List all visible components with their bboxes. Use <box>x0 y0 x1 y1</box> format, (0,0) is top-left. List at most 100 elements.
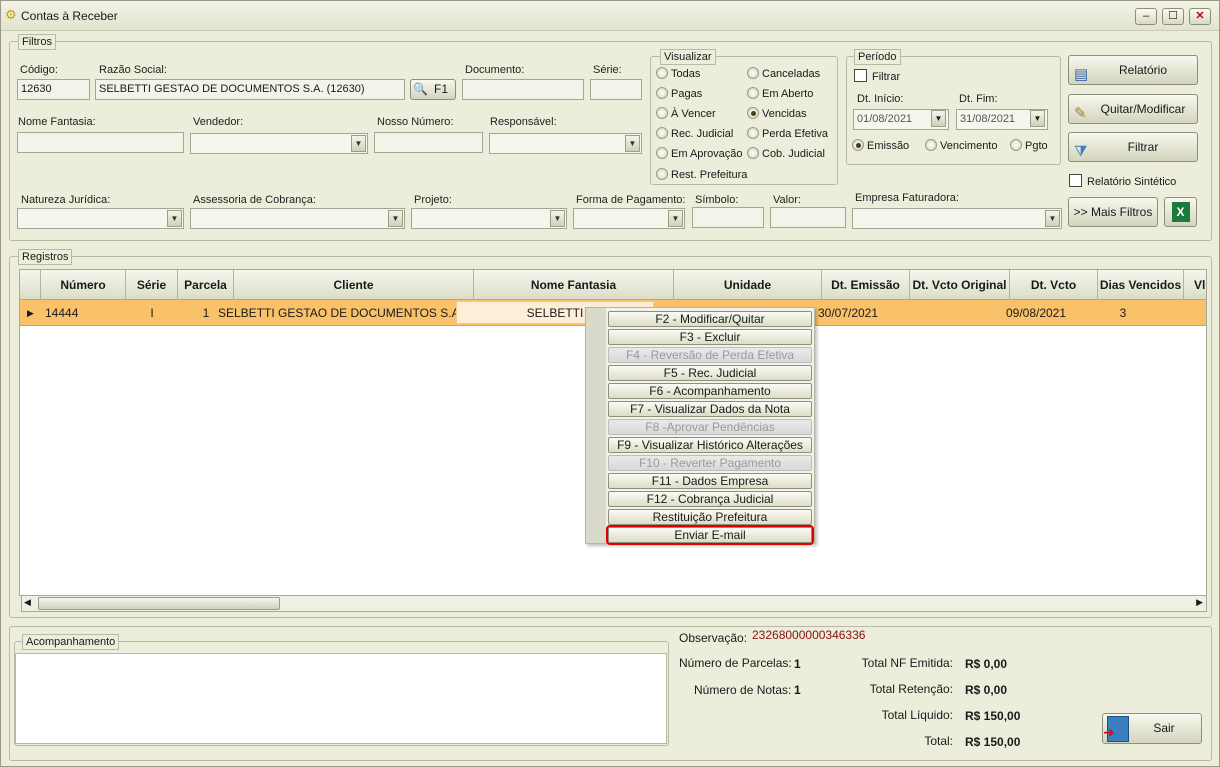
notas-value: 1 <box>794 683 801 697</box>
cell-cliente: SELBETTI GESTAO DE DOCUMENTOS S.A.. <box>218 306 458 320</box>
visualizar-option-4[interactable]: À Vencer <box>656 107 716 120</box>
col-parcela[interactable]: Parcela <box>178 270 234 300</box>
forma-pagamento-select[interactable]: ▼ <box>573 208 685 229</box>
relatorio-button[interactable]: ▤ Relatório <box>1068 55 1198 85</box>
serie-input[interactable] <box>590 79 642 100</box>
visualizar-option-2[interactable]: Pagas <box>656 87 702 100</box>
context-menu-item-7[interactable]: F9 - Visualizar Histórico Alterações <box>608 437 812 453</box>
valor-input[interactable] <box>770 207 846 228</box>
context-menu-item-4[interactable]: F6 - Acompanhamento <box>608 383 812 399</box>
codigo-input[interactable]: 12630 <box>17 79 90 100</box>
visualizar-label: Visualizar <box>660 49 716 65</box>
context-menu-item-12[interactable]: Enviar E-mail <box>606 525 814 545</box>
nosso-numero-input[interactable] <box>374 132 483 153</box>
context-menu-item-10[interactable]: F12 - Cobrança Judicial <box>608 491 812 507</box>
scroll-left-icon[interactable]: ◀ <box>24 597 31 608</box>
total-nf-label: Total NF Emitida: <box>861 656 953 670</box>
col-numero[interactable]: Número <box>41 270 126 300</box>
razao-social-input[interactable]: SELBETTI GESTAO DE DOCUMENTOS S.A. (1263… <box>95 79 405 100</box>
context-menu-item-5[interactable]: F7 - Visualizar Dados da Nota <box>608 401 812 417</box>
minimize-button[interactable]: – <box>1135 8 1157 25</box>
periodo-option-2[interactable]: Pgto <box>1010 139 1048 152</box>
visualizar-option-1[interactable]: Canceladas <box>747 67 820 80</box>
context-menu-item-3[interactable]: F5 - Rec. Judicial <box>608 365 812 381</box>
total-liquido-label: Total Líquido: <box>881 708 953 722</box>
col-dt-emissao[interactable]: Dt. Emissão <box>822 270 910 300</box>
visualizar-option-9[interactable]: Cob. Judicial <box>747 147 825 160</box>
filtrar-button[interactable]: ⧩ Filtrar <box>1068 132 1198 162</box>
relatorio-label: Relatório <box>1118 63 1168 77</box>
col-dias-vencidos[interactable]: Dias Vencidos <box>1098 270 1184 300</box>
periodo-option-label: Vencimento <box>940 140 998 152</box>
col-serie[interactable]: Série <box>126 270 178 300</box>
filtrar-periodo-checkbox[interactable]: Filtrar <box>854 69 900 83</box>
radio-icon <box>656 147 668 159</box>
parcelas-label: Número de Parcelas: <box>679 656 792 670</box>
quitar-modificar-button[interactable]: ✎ Quitar/Modificar <box>1068 94 1198 124</box>
col-unidade[interactable]: Unidade <box>674 270 822 300</box>
radio-icon <box>852 139 864 151</box>
visualizar-option-8[interactable]: Em Aprovação <box>656 147 743 160</box>
col-dt-vcto-original[interactable]: Dt. Vcto Original <box>910 270 1010 300</box>
projeto-select[interactable]: ▼ <box>411 208 567 229</box>
radio-icon <box>656 168 668 180</box>
row-header-cell <box>20 270 41 300</box>
context-menu-item-11[interactable]: Restituição Prefeitura <box>608 509 812 525</box>
visualizar-option-6[interactable]: Rec. Judicial <box>656 127 733 140</box>
radio-icon <box>747 127 759 139</box>
visualizar-option-label: Rest. Prefeitura <box>671 169 748 181</box>
visualizar-option-10[interactable]: Rest. Prefeitura <box>656 168 747 181</box>
col-vl-total[interactable]: Vl. To <box>1184 270 1206 300</box>
col-cliente[interactable]: Cliente <box>234 270 474 300</box>
empresa-faturadora-select[interactable]: ▼ <box>852 208 1062 229</box>
nome-fantasia-input[interactable] <box>17 132 184 153</box>
responsavel-select[interactable]: ▼ <box>489 133 642 154</box>
maximize-button[interactable]: ☐ <box>1162 8 1184 25</box>
col-dt-vcto[interactable]: Dt. Vcto <box>1010 270 1098 300</box>
app-icon: ⚙ <box>5 7 17 22</box>
cell-serie: I <box>150 306 154 320</box>
visualizar-option-7[interactable]: Perda Efetiva <box>747 127 828 140</box>
visualizar-option-3[interactable]: Em Aberto <box>747 87 813 100</box>
dt-inicio-label: Dt. Início: <box>857 93 904 105</box>
visualizar-option-0[interactable]: Todas <box>656 67 700 80</box>
scroll-right-icon[interactable]: ▶ <box>1196 597 1203 608</box>
cell-dt-vcto: 09/08/2021 <box>1005 306 1067 320</box>
total-nf-value: R$ 0,00 <box>965 657 1008 671</box>
natureza-select[interactable]: ▼ <box>17 208 184 229</box>
periodo-option-0[interactable]: Emissão <box>852 139 909 152</box>
excel-export-button[interactable]: X <box>1164 197 1197 227</box>
assessoria-select[interactable]: ▼ <box>190 208 405 229</box>
visualizar-option-label: Em Aberto <box>762 88 814 100</box>
documento-input[interactable] <box>462 79 584 100</box>
sair-button[interactable]: ➜ Sair <box>1102 713 1202 744</box>
cell-dias-vencidos: 3 <box>1119 306 1127 320</box>
chevron-down-icon[interactable]: ▼ <box>931 110 946 127</box>
periodo-label: Período <box>854 49 901 65</box>
periodo-option-label: Pgto <box>1025 140 1048 152</box>
vendedor-select[interactable]: ▼ <box>190 133 368 154</box>
observacao-label: Observação: <box>679 631 748 645</box>
context-menu-item-0[interactable]: F2 - Modificar/Quitar <box>608 311 812 327</box>
relatorio-sintetico-checkbox[interactable]: Relatório Sintético <box>1069 174 1176 188</box>
chevron-down-icon[interactable]: ▼ <box>1030 110 1045 127</box>
context-menu-item-9[interactable]: F11 - Dados Empresa <box>608 473 812 489</box>
scrollbar-thumb[interactable] <box>38 597 280 610</box>
edit-icon: ✎ <box>1074 105 1087 122</box>
periodo-option-label: Emissão <box>867 140 910 152</box>
col-nome-fantasia[interactable]: Nome Fantasia <box>474 270 674 300</box>
acompanhamento-textarea[interactable] <box>15 653 667 744</box>
simbolo-input[interactable] <box>692 207 764 228</box>
context-menu-item-1[interactable]: F3 - Excluir <box>608 329 812 345</box>
exit-arrow-icon: ➜ <box>1103 724 1115 740</box>
mais-filtros-button[interactable]: >> Mais Filtros <box>1068 197 1158 227</box>
horizontal-scrollbar[interactable]: ◀ ▶ <box>21 595 1207 612</box>
codigo-label: Código: <box>20 64 58 76</box>
chevron-down-icon: ▼ <box>1045 210 1060 227</box>
filtrar-label: Filtrar <box>1127 140 1159 154</box>
close-button[interactable]: ✕ <box>1189 8 1211 25</box>
periodo-option-1[interactable]: Vencimento <box>925 139 997 152</box>
f1-search-button[interactable]: 🔍 F1 <box>410 79 456 100</box>
visualizar-option-5[interactable]: Vencidas <box>747 107 807 120</box>
context-menu-item-2: F4 - Reversão de Perda Efetiva <box>608 347 812 363</box>
